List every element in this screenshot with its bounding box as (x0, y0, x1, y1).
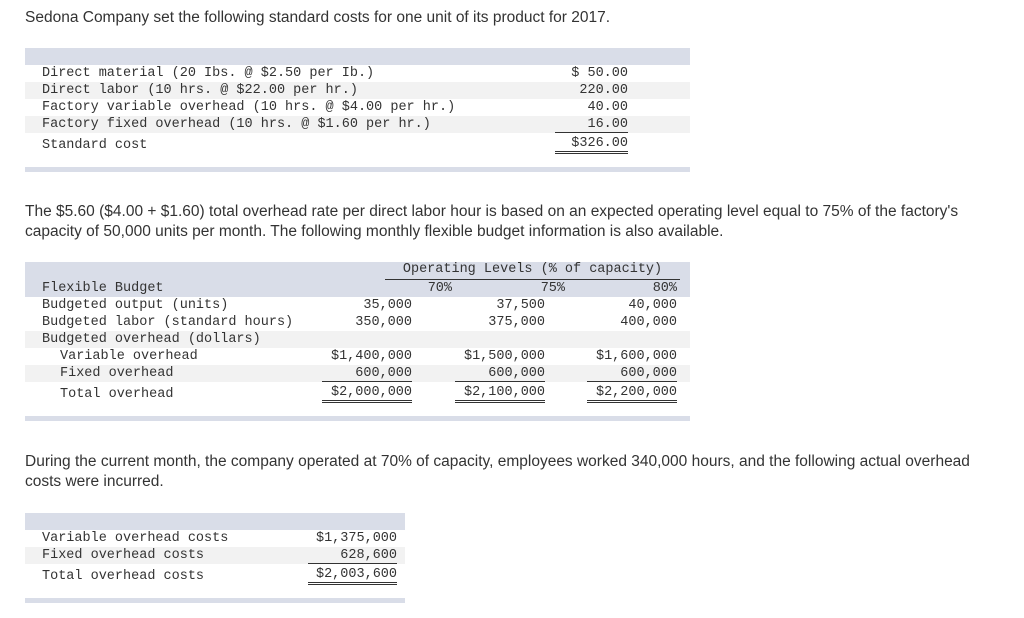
row-value: $2,000,000 (322, 385, 412, 403)
row-value: 628,600 (308, 548, 397, 564)
total-row: Total overhead costs $2,003,600 (25, 564, 405, 588)
table-header-band (25, 513, 405, 530)
column-header: 75% (540, 281, 565, 296)
table-row: Fixed overhead costs 628,600 (25, 547, 405, 564)
row-value: 35,000 (363, 298, 412, 313)
row-value: 40,000 (628, 298, 677, 313)
row-label: Fixed overhead (60, 366, 174, 381)
row-value: 37,500 (496, 298, 545, 313)
table-footer-band (25, 598, 405, 603)
row-value: 220.00 (579, 83, 628, 98)
table-row: Fixed overhead 600,000 600,000 600,000 (25, 365, 690, 382)
row-value: 400,000 (620, 315, 677, 330)
row-label: Budgeted labor (standard hours) (42, 315, 294, 330)
row-label: Total overhead costs (42, 568, 205, 584)
row-label: Direct material (20 Ibs. @ $2.50 per Ib.… (42, 66, 375, 81)
table-row: Direct labor (10 hrs. @ $22.00 per hr.) 2… (25, 82, 690, 99)
table-row: Budgeted overhead (dollars) (25, 331, 690, 348)
paragraph-overhead-rate: The $5.60 ($4.00 + $1.60) total overhead… (25, 203, 959, 240)
row-label: Budgeted output (units) (42, 298, 229, 313)
total-row: Standard cost $326.00 (25, 133, 690, 157)
table-row: Factory variable overhead (10 hrs. @ $4.… (25, 99, 690, 116)
paragraph-actual-costs: During the current month, the company op… (25, 453, 970, 490)
row-value: $326.00 (555, 136, 628, 154)
row-label: Variable overhead costs (42, 531, 229, 546)
intro-text: Sedona Company set the following standar… (25, 9, 611, 26)
table-row: Direct material (20 Ibs. @ $2.50 per Ib.… (25, 65, 690, 82)
table-row: Variable overhead costs $1,375,000 (25, 530, 405, 547)
table-row: Budgeted labor (standard hours) 350,000 37… (25, 314, 690, 331)
row-label: Total overhead (60, 386, 174, 402)
table-footer-band (25, 416, 690, 421)
operating-levels-header: Operating Levels (% of capacity) (385, 262, 680, 280)
row-value: 16.00 (555, 117, 628, 133)
row-value: 600,000 (455, 366, 545, 382)
row-value: $1,600,000 (595, 349, 677, 364)
table-row: Variable overhead $1,400,000 $1,500,000 $1,… (25, 348, 690, 365)
row-value: $2,100,000 (455, 385, 545, 403)
table-row: Budgeted output (units) 35,000 37,500 40,00… (25, 297, 690, 314)
table-header-band (25, 48, 690, 65)
row-value: $1,500,000 (463, 349, 545, 364)
row-value: 600,000 (587, 366, 677, 382)
row-value: $2,200,000 (587, 385, 677, 403)
total-row: Total overhead $2,000,000 $2,100,000 $2,200… (25, 382, 690, 406)
table-row: Factory fixed overhead (10 hrs. @ $1.60 … (25, 116, 690, 133)
row-value: 375,000 (488, 315, 545, 330)
row-value: 350,000 (355, 315, 412, 330)
column-header: 80% (652, 281, 677, 296)
flexible-budget-title: Flexible Budget (42, 281, 164, 296)
actual-overhead-table: Variable overhead costs $1,375,000 Fixed … (25, 513, 405, 603)
flexible-budget-table: Operating Levels (% of capacity) Flexibl… (25, 262, 690, 421)
row-value: $ 50.00 (571, 66, 628, 81)
row-label: Factory fixed overhead (10 hrs. @ $1.60 … (42, 117, 431, 132)
row-label: Variable overhead (60, 349, 198, 364)
column-header: 70% (427, 281, 452, 296)
table-header-band: Operating Levels (% of capacity) Flexibl… (25, 262, 690, 297)
standard-cost-table: Direct material (20 Ibs. @ $2.50 per Ib.… (25, 48, 690, 172)
row-value: $1,400,000 (330, 349, 412, 364)
row-label: Fixed overhead costs (42, 548, 205, 563)
row-label: Direct labor (10 hrs. @ $22.00 per hr.) (42, 83, 358, 98)
row-value: 600,000 (322, 366, 412, 382)
row-label: Budgeted overhead (dollars) (42, 332, 261, 347)
row-label: Factory variable overhead (10 hrs. @ $4.… (42, 100, 456, 115)
row-label: Standard cost (42, 137, 148, 153)
row-value: $2,003,600 (308, 567, 397, 585)
row-value: 40.00 (587, 100, 628, 115)
row-value: $1,375,000 (315, 531, 397, 546)
table-footer-band (25, 167, 690, 172)
